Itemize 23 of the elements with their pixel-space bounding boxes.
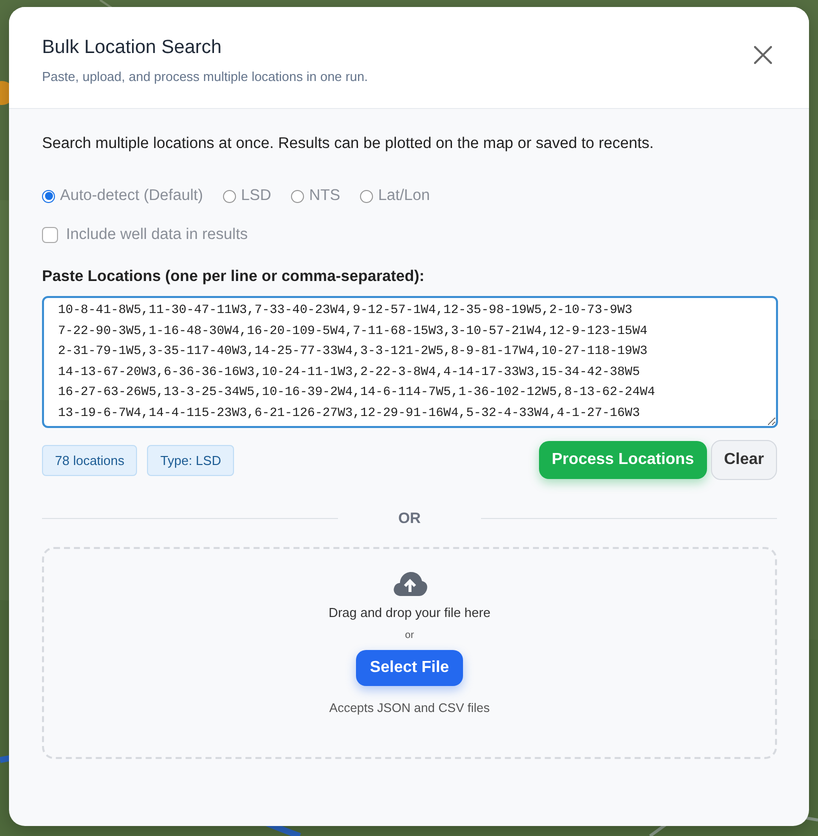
format-radio[interactable]: LSD bbox=[223, 187, 272, 205]
or-text: or bbox=[405, 630, 414, 641]
drop-prompt: Drag and drop your file here bbox=[328, 605, 490, 620]
field-label: Paste Locations (one per line or comma-separated): bbox=[42, 268, 426, 286]
checkbox-label: Include well data in results bbox=[66, 226, 248, 244]
file-types-hint: Accepts JSON and CSV files bbox=[329, 701, 490, 715]
intro-text: Search multiple locations at once. Results can be plotted on the map or saved to recents. bbox=[42, 135, 655, 153]
format-radio[interactable]: Lat/Lon bbox=[360, 187, 430, 205]
process-button[interactable]: Process Locations bbox=[538, 441, 707, 479]
cloud-upload-icon bbox=[392, 571, 428, 597]
locations-input-field[interactable]: 10-8-41-8W5,11-30-47-11W3,7-33-40-23W4,9-12-57-1W4,12-35-98-19W5,2-10-73-9W3 7-22-90-3W5,1-16-48-30W4,16-20-109-5W4,7-11-68-15W3,3-10-57-21W4,12-9-123-15W4 2-31-79-1W5,3-35-117-40W3,14-25-77-33W4,3-3-121-2W5,8-9-81-17W4,10-27-118-19W3 14-13-67-20W3,6-36-36-16W3,10-24-11-1W3,2-22-3-8W4,4-14-17-33W3,15-34-42-38W5 16-27-63-26W5,13-3-25-34W5,10-16-39-2W4,14-6-114-7W5,1-36-102-12W5,8-13-62-24W4 13-19-6-7W4,14-4-115-23W3,6-21-126-27W3,12-29-91-16W4,5-32-4-33W4,4-1-27-16W3 bbox=[42, 296, 778, 428]
close-icon bbox=[754, 46, 772, 64]
dialog-title: Bulk Location Search bbox=[42, 37, 223, 59]
info-badge: Type: LSD bbox=[147, 444, 234, 476]
file-drop-zone[interactable]: Drag and drop your file here or Select File Accepts JSON and CSV files bbox=[42, 547, 777, 759]
info-badge: 78 locations bbox=[42, 444, 138, 476]
format-radio[interactable]: Auto-detect (Default) bbox=[42, 187, 204, 205]
format-radio[interactable]: NTS bbox=[291, 187, 340, 205]
checkbox[interactable] bbox=[42, 227, 58, 243]
or-divider-text: OR bbox=[397, 510, 422, 527]
clear-button[interactable]: Clear bbox=[710, 440, 777, 480]
select-file-button[interactable]: Select File bbox=[356, 650, 464, 686]
dialog-subtitle: Paste, upload, and process multiple locations in one run. bbox=[42, 69, 368, 84]
